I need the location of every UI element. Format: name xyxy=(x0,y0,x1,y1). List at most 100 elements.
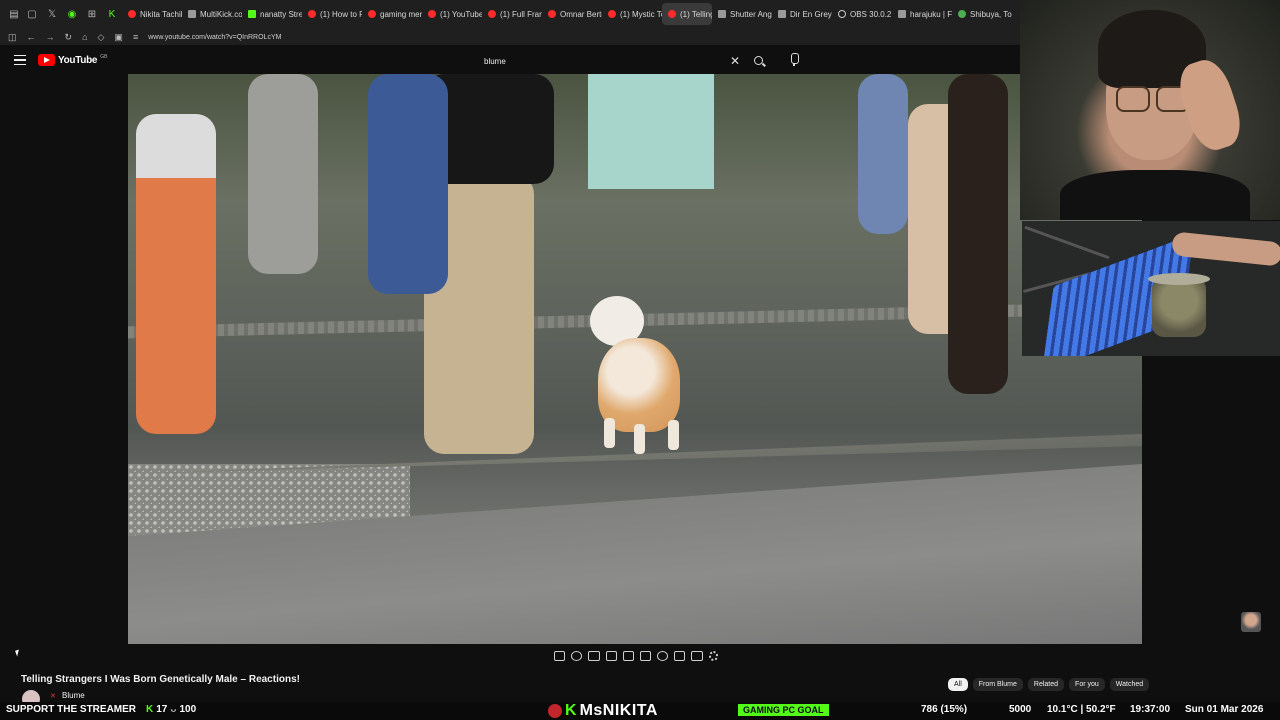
youtube-favicon-icon xyxy=(128,10,136,18)
support-text: SUPPORT THE STREAMER xyxy=(6,704,137,715)
pinned-tab-icon[interactable]: ◉ xyxy=(62,4,82,24)
home-icon[interactable]: ⌂ xyxy=(82,32,87,42)
dog-leg xyxy=(668,420,679,450)
pedestrian-grey xyxy=(248,74,318,274)
browser-tab[interactable]: (1) Full Frame xyxy=(482,3,542,25)
search-icon[interactable] xyxy=(753,55,767,69)
url-field[interactable]: www.youtube.com/watch?v=QInRROLcYM xyxy=(148,34,281,41)
tab-label: MultiKick.com xyxy=(200,9,242,19)
country-code: GB xyxy=(100,54,108,60)
microphone-icon[interactable] xyxy=(790,53,799,67)
youtube-favicon-icon xyxy=(488,10,496,18)
brand-dot-icon xyxy=(548,704,562,718)
filter-chip[interactable]: Watched xyxy=(1109,678,1150,691)
tab-actions-icon[interactable]: ▤ xyxy=(4,5,24,25)
video-player[interactable] xyxy=(128,74,1142,644)
back-icon[interactable]: ← xyxy=(27,32,36,42)
glasses-left xyxy=(1116,86,1150,112)
lock-icon[interactable]: ▣ xyxy=(114,32,123,43)
video-title: Telling Strangers I Was Born Genetically… xyxy=(21,674,300,685)
weather: 10.1°C | 50.2°F xyxy=(1047,704,1116,715)
site-settings-icon[interactable]: ≡ xyxy=(133,32,138,42)
tab-list: ▢𝕏◉⊞K Nikita Tachib MultiKick.com nanatty S… xyxy=(22,3,1012,25)
corner-avatar[interactable] xyxy=(1241,612,1261,632)
pedestrian-denim xyxy=(368,74,448,294)
search-box[interactable]: blume ✕ xyxy=(477,51,773,71)
shield-icon[interactable]: ◇ xyxy=(98,32,105,43)
pinned-tab-icon[interactable]: ⊞ xyxy=(82,4,102,24)
related-filter-chips: All From Blume Related For you Watched xyxy=(948,678,1150,691)
tab-label: (1) How to Pu xyxy=(320,9,362,19)
grey-favicon-icon xyxy=(718,10,726,18)
browser-tab[interactable]: Dir En Grey xyxy=(772,3,832,25)
youtube-header: YouTube GB blume ✕ xyxy=(0,45,1020,75)
address-bar: ◫ ← → ↻ ⌂ ◇ ▣ ≡ www.youtube.com/watch?v=… xyxy=(0,29,1020,45)
kick-count: 17 xyxy=(156,704,168,715)
browser-tab[interactable]: MultiKick.com xyxy=(182,3,242,25)
youtube-favicon-icon xyxy=(668,10,676,18)
streamer-webcam xyxy=(1020,0,1280,220)
pip-icon[interactable] xyxy=(639,651,652,661)
separator-count: 100 xyxy=(179,704,197,715)
sidebar-toggle-icon[interactable]: ◫ xyxy=(8,32,17,43)
tab-label: Omnar Bertel xyxy=(560,9,602,19)
mouse-cursor-icon xyxy=(15,649,21,657)
filter-chip[interactable]: All xyxy=(948,678,968,691)
menu-icon[interactable] xyxy=(14,55,26,65)
screenshot-icon[interactable] xyxy=(691,651,703,661)
youtube-logo[interactable]: YouTube GB xyxy=(38,54,107,66)
separator-icon: ᴗ xyxy=(170,704,177,715)
tab-label: nanatty Strea xyxy=(260,9,302,19)
goal-progress: 786 (15%) xyxy=(921,704,968,715)
add-icon[interactable] xyxy=(674,651,686,661)
dog xyxy=(590,296,692,464)
tab-label: (1) Mystic Tec xyxy=(620,9,662,19)
webcam-shirt xyxy=(1060,170,1250,220)
browser-tab[interactable]: Omnar Bertel xyxy=(542,3,602,25)
browser-tab[interactable]: (1) Mystic Tec xyxy=(602,3,662,25)
youtube-play-icon xyxy=(38,54,55,66)
filter-chip[interactable]: From Blume xyxy=(972,678,1023,691)
pinned-tab-icon[interactable]: 𝕏 xyxy=(42,4,62,24)
browser-tab[interactable]: Shutter Angle xyxy=(712,3,772,25)
channel-name[interactable]: Blume xyxy=(62,691,85,700)
browser-tab[interactable]: nanatty Strea xyxy=(242,3,302,25)
search-input[interactable]: blume xyxy=(477,57,773,66)
youtube-favicon-icon xyxy=(428,10,436,18)
grey-favicon-icon xyxy=(898,10,906,18)
background-kiosk xyxy=(588,74,714,189)
pedestrian-right-blue xyxy=(858,74,908,234)
settings-icon[interactable] xyxy=(708,651,719,661)
pedestrian-orange xyxy=(136,114,216,434)
speed-icon[interactable] xyxy=(657,651,669,661)
youtube-favicon-icon xyxy=(308,10,316,18)
reload-icon[interactable]: ↻ xyxy=(65,32,73,43)
clear-search-icon[interactable]: ✕ xyxy=(730,54,740,68)
pinned-tab-icon[interactable]: ▢ xyxy=(22,4,42,24)
tab-label: Dir En Grey xyxy=(790,9,832,19)
kick-count-group: K 17 ᴗ 100 xyxy=(146,704,196,715)
clip-icon[interactable] xyxy=(605,651,617,661)
tab-label: Shibuya, To xyxy=(970,9,1012,19)
theater-icon[interactable] xyxy=(622,651,634,661)
kick-favicon-icon xyxy=(248,10,256,18)
date: Sun 01 Mar 2026 xyxy=(1185,704,1264,715)
tab-label: OBS 30.0.2 m xyxy=(850,9,892,19)
browser-tab[interactable]: (1) YouTube xyxy=(422,3,482,25)
equalizer-icon[interactable] xyxy=(588,651,600,661)
pinned-tab-icon[interactable]: K xyxy=(102,4,122,24)
browser-tab[interactable]: gaming merc xyxy=(362,3,422,25)
filter-chip[interactable]: Related xyxy=(1027,678,1065,691)
browser-tab[interactable]: Nikita Tachib xyxy=(122,3,182,25)
browser-tab[interactable]: (1) Telling✕ xyxy=(662,3,712,25)
browser-tab[interactable]: (1) How to Pu xyxy=(302,3,362,25)
filter-chip[interactable]: For you xyxy=(1069,678,1105,691)
loop-icon[interactable] xyxy=(554,651,566,661)
pin-favicon-icon xyxy=(958,10,966,18)
browser-tab[interactable]: harajuku | Fe xyxy=(892,3,952,25)
audio-icon[interactable] xyxy=(571,651,583,661)
browser-tab[interactable]: OBS 30.0.2 m xyxy=(832,3,892,25)
desk-cable xyxy=(1024,225,1110,260)
browser-tab[interactable]: Shibuya, To xyxy=(952,3,1012,25)
forward-icon[interactable]: → xyxy=(46,32,55,42)
